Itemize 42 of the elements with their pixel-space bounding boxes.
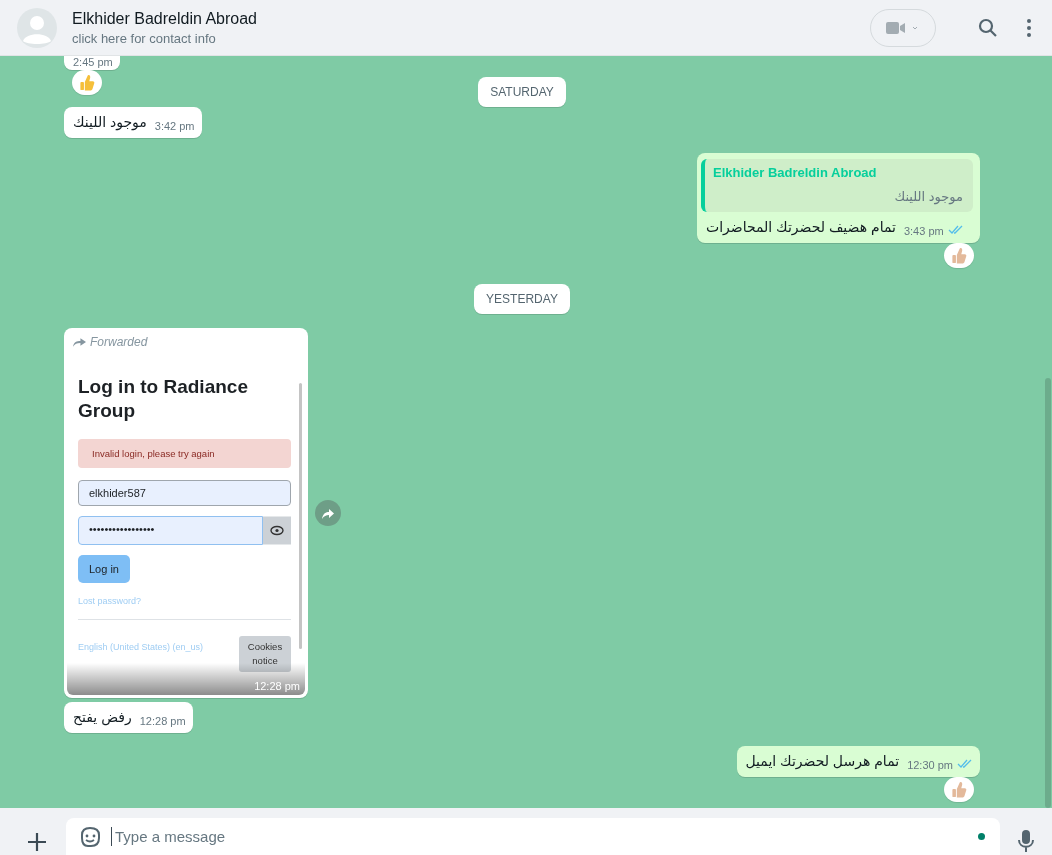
message-bubble[interactable]: 2:45 pm	[64, 56, 120, 70]
message-text: تمام هضيف لحضرتك المحاضرات	[706, 218, 896, 237]
date-chip: YESTERDAY	[474, 284, 570, 314]
reaction-badge[interactable]	[944, 777, 974, 802]
message-field[interactable]: Type a message	[66, 818, 1000, 855]
forwarded-label: Forwarded	[90, 335, 148, 349]
message-time: 2:45 pm	[73, 56, 113, 68]
reaction-badge[interactable]	[72, 70, 102, 95]
cookies-notice-button: Cookies notice	[239, 636, 291, 672]
message-time: 3:43 pm	[903, 225, 944, 237]
message-text: رفض يفتح	[73, 708, 132, 727]
plus-icon[interactable]	[27, 832, 47, 852]
error-alert: Invalid login, please try again	[78, 439, 291, 468]
microphone-icon[interactable]	[1018, 829, 1034, 853]
forward-button-icon[interactable]	[315, 500, 341, 526]
search-icon[interactable]	[978, 17, 998, 38]
message-text: موجود اللينك	[73, 113, 147, 132]
login-button: Log in	[78, 555, 130, 583]
message-time: 12:28 pm	[139, 715, 186, 727]
menu-icon[interactable]	[1026, 17, 1032, 38]
contact-name[interactable]: Elkhider Badreldin Abroad	[72, 9, 870, 28]
forward-arrow-icon	[73, 337, 86, 347]
reaction-badge[interactable]	[944, 243, 974, 268]
quote-author: Elkhider Badreldin Abroad	[713, 165, 878, 180]
language-label: English (United States) (en_us)	[78, 642, 204, 652]
date-chip: SATURDAY	[478, 77, 566, 107]
scrollbar[interactable]	[1045, 378, 1051, 808]
message-time: 3:42 pm	[154, 120, 195, 132]
eye-icon	[263, 516, 291, 545]
video-camera-icon	[886, 20, 920, 35]
message-text: تمام هرسل لحضرتك ايميل	[745, 752, 900, 771]
image-message[interactable]: Forwarded Log in to Radiance Group Invalid login, please try again elkhider587 ••••••••••••••••• Log in Lost password? English (United States) (en_us) Cookies notice 12:28 pm	[64, 328, 308, 698]
message-time: 12:30 pm	[907, 759, 953, 771]
sticker-icon[interactable]	[79, 825, 101, 848]
login-title: Log in to Radiance Group	[78, 375, 249, 423]
lost-password-link: Lost password?	[78, 596, 291, 620]
message-time: 12:28 pm	[254, 680, 300, 692]
contact-info-hint[interactable]: click here for contact info	[72, 30, 870, 46]
quote-text: موجود اللينك	[893, 189, 963, 204]
username-field: elkhider587	[78, 480, 291, 506]
status-dot-icon	[978, 833, 985, 840]
password-field: •••••••••••••••••	[78, 516, 263, 545]
